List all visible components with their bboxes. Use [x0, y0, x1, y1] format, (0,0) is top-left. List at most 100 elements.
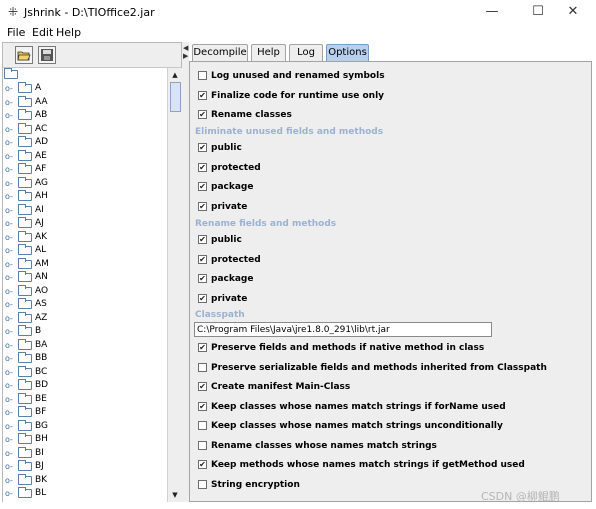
expand-handle-icon[interactable]: o-: [5, 449, 17, 457]
minimize-button[interactable]: —: [472, 0, 512, 26]
tree-item[interactable]: o- BC: [3, 365, 163, 379]
tree-item[interactable]: o- AI: [3, 203, 163, 217]
expand-handle-icon[interactable]: o-: [5, 287, 17, 295]
expand-handle-icon[interactable]: o-: [5, 260, 17, 268]
tree-item[interactable]: o- BJ: [3, 460, 163, 473]
checkbox[interactable]: ✔: [198, 382, 207, 391]
tree-item[interactable]: o- AZ: [3, 311, 163, 325]
tree-item[interactable]: o- BA: [3, 338, 163, 352]
tree-item[interactable]: o- BH: [3, 433, 163, 446]
tree-item[interactable]: o- AM: [3, 257, 163, 271]
checkbox[interactable]: ✔: [198, 401, 207, 411]
expand-handle-icon[interactable]: o-: [5, 206, 17, 214]
checkbox[interactable]: ✔: [198, 254, 207, 264]
checkbox[interactable]: ✔: [198, 235, 207, 244]
checkbox[interactable]: [198, 440, 207, 450]
tree-item[interactable]: o- BI: [3, 446, 163, 460]
expand-handle-icon[interactable]: o-: [5, 220, 17, 228]
expand-handle-icon[interactable]: o-: [5, 341, 17, 349]
expand-handle-icon[interactable]: o-: [5, 368, 17, 376]
expand-handle-icon[interactable]: o-: [5, 355, 17, 363]
tree-item[interactable]: o- AS: [3, 298, 163, 311]
tree-item[interactable]: o- AB: [3, 109, 163, 122]
expand-handle-icon[interactable]: o-: [5, 166, 17, 174]
tree-item[interactable]: o- AD: [3, 136, 163, 149]
expand-handle-icon[interactable]: o-: [5, 301, 17, 309]
expand-handle-icon[interactable]: o-: [5, 193, 17, 201]
expand-handle-icon[interactable]: o-: [5, 409, 17, 417]
tree-scrollbar[interactable]: ▲ ▼: [167, 68, 182, 502]
checkbox[interactable]: [198, 479, 207, 489]
expand-handle-icon[interactable]: o-: [5, 382, 17, 390]
expand-handle-icon[interactable]: o-: [5, 98, 17, 106]
checkbox[interactable]: ✔: [198, 460, 207, 469]
tree-item[interactable]: o- AO: [3, 284, 163, 298]
expand-handle-icon[interactable]: o-: [5, 125, 17, 133]
tree-item[interactable]: o- AE: [3, 149, 163, 163]
tree-item[interactable]: o- AA: [3, 95, 163, 109]
tab-help[interactable]: Help: [251, 44, 286, 61]
collapse-left-icon[interactable]: ◀: [183, 44, 188, 52]
expand-handle-icon[interactable]: o-: [5, 233, 17, 241]
scroll-up-icon[interactable]: ▲: [169, 69, 181, 81]
tree-item[interactable]: o- AH: [3, 190, 163, 203]
scroll-down-icon[interactable]: ▼: [169, 489, 181, 501]
menu-help[interactable]: Help: [53, 26, 84, 40]
menu-file[interactable]: File: [4, 26, 28, 40]
expand-handle-icon[interactable]: o-: [5, 152, 17, 160]
open-folder-icon[interactable]: [15, 46, 33, 64]
class-tree[interactable]: o- Ao- AA o- AB o- AC o- AD o- AE o- AF o- AG o- AH o- AI o…: [3, 68, 167, 502]
tree-item[interactable]: o- AC: [3, 122, 163, 136]
save-icon[interactable]: [38, 46, 56, 64]
expand-handle-icon[interactable]: o-: [5, 463, 17, 471]
tree-item[interactable]: o- BK: [3, 473, 163, 487]
classpath-input[interactable]: C:\Program Files\Java\jre1.8.0_291\lib\r…: [194, 322, 492, 337]
tree-item[interactable]: o- AF: [3, 163, 163, 176]
tree-item[interactable]: o- A: [3, 82, 163, 95]
tree-item[interactable]: o- AL: [3, 244, 163, 257]
tab-decompile[interactable]: Decompile: [192, 44, 248, 61]
tree-item[interactable]: o- AJ: [3, 217, 163, 230]
close-button[interactable]: ✕: [553, 0, 593, 26]
expand-handle-icon[interactable]: o-: [5, 139, 17, 147]
expand-handle-icon[interactable]: o-: [5, 422, 17, 430]
maximize-button[interactable]: ☐: [518, 0, 558, 26]
checkbox[interactable]: ✔: [198, 293, 207, 303]
expand-handle-icon[interactable]: o-: [5, 490, 17, 498]
expand-handle-icon[interactable]: o-: [5, 179, 17, 187]
expand-handle-icon[interactable]: o-: [5, 274, 17, 282]
tab-log[interactable]: Log: [289, 44, 323, 61]
tree-item[interactable]: o- AG: [3, 176, 163, 190]
expand-handle-icon[interactable]: o-: [5, 395, 17, 403]
checkbox[interactable]: ✔: [198, 343, 207, 352]
expand-handle-icon[interactable]: o-: [5, 112, 17, 120]
checkbox[interactable]: ✔: [198, 182, 207, 191]
tree-item[interactable]: o- BF: [3, 406, 163, 419]
scroll-thumb[interactable]: [170, 82, 181, 112]
checkbox[interactable]: ✔: [198, 162, 207, 172]
tree-item[interactable]: o- AK: [3, 230, 163, 244]
tree-item[interactable]: o- BL: [3, 487, 163, 500]
expand-handle-icon[interactable]: o-: [5, 314, 17, 322]
tree-item[interactable]: o- AN: [3, 271, 163, 284]
checkbox[interactable]: ✔: [198, 143, 207, 152]
tab-options[interactable]: Options: [326, 44, 369, 61]
checkbox[interactable]: [198, 362, 207, 372]
expand-handle-icon[interactable]: o-: [5, 247, 17, 255]
checkbox[interactable]: ✔: [198, 274, 207, 283]
checkbox[interactable]: ✔: [198, 110, 207, 119]
checkbox[interactable]: [198, 71, 207, 80]
tree-item[interactable]: o- BG: [3, 419, 163, 433]
checkbox[interactable]: ✔: [198, 91, 207, 100]
tree-root-folder-icon[interactable]: [3, 68, 18, 79]
expand-handle-icon[interactable]: o-: [5, 328, 17, 336]
splitter[interactable]: ◀ ▶: [182, 42, 189, 502]
expand-handle-icon[interactable]: o-: [5, 85, 17, 93]
tree-item[interactable]: o- B: [3, 325, 163, 338]
checkbox[interactable]: ✔: [198, 201, 207, 211]
expand-handle-icon[interactable]: o-: [5, 476, 17, 484]
tree-item[interactable]: o- BB: [3, 352, 163, 365]
checkbox[interactable]: [198, 421, 207, 430]
collapse-right-icon[interactable]: ▶: [183, 52, 188, 60]
tree-item[interactable]: o- BE: [3, 392, 163, 406]
